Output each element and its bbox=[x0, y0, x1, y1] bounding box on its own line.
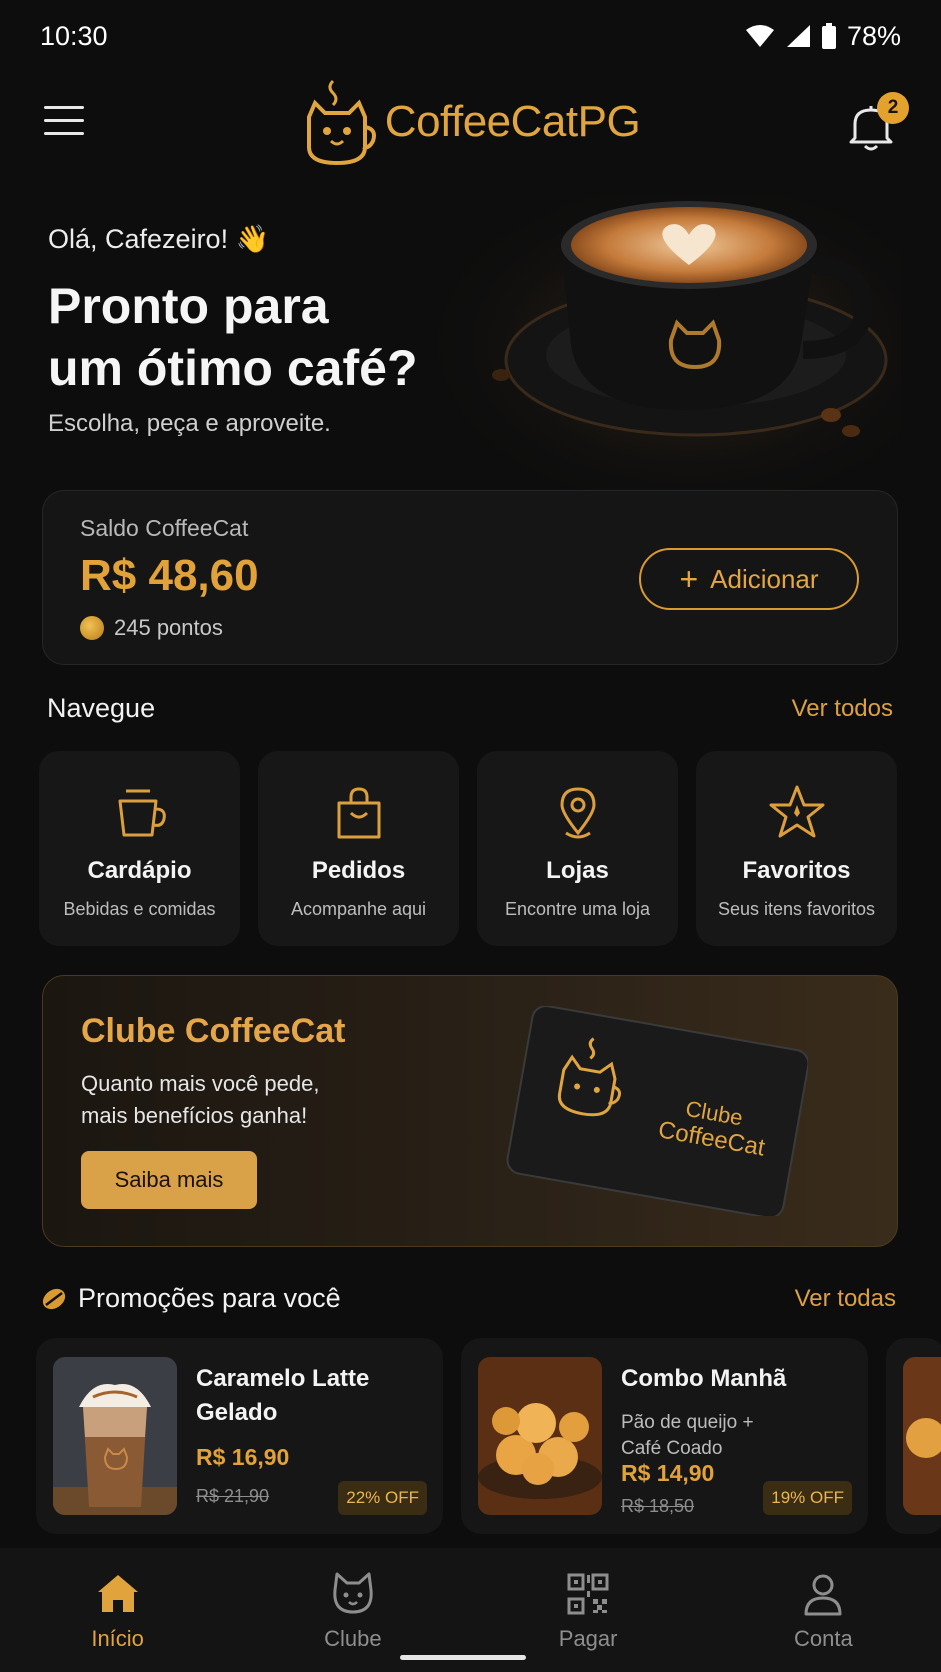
user-icon bbox=[804, 1574, 842, 1616]
bag-icon bbox=[337, 787, 380, 839]
clube-text-line2: mais benefícios ganha! bbox=[81, 1103, 308, 1128]
cat-cup-logo-icon bbox=[306, 79, 376, 166]
nav-card-favoritos[interactable]: Favoritos Seus itens favoritos bbox=[696, 751, 897, 946]
clube-description: Quanto mais você pede, mais benefícios g… bbox=[81, 1068, 371, 1132]
hero-subtitle: Escolha, peça e aproveite. bbox=[48, 410, 331, 437]
nav-card-title: Pedidos bbox=[311, 857, 406, 884]
promo-name-line2: Gelado bbox=[196, 1399, 278, 1426]
balance-label: Saldo CoffeeCat bbox=[80, 515, 249, 541]
promo-card-caramelo-latte[interactable]: Caramelo Latte Gelado R$ 16,90 R$ 21,90 … bbox=[36, 1338, 443, 1534]
tab-label: Conta bbox=[794, 1626, 853, 1651]
promo-price: R$ 14,90 bbox=[621, 1460, 715, 1486]
cat-icon bbox=[333, 1572, 373, 1614]
nav-card-subtitle: Seus itens favoritos bbox=[717, 899, 876, 919]
hero-section: Olá, Cafezeiro! 👋 Pronto para um ótimo c… bbox=[0, 195, 941, 495]
plus-icon: + bbox=[679, 561, 699, 597]
navegue-grid: Cardápio Bebidas e comidas Pedidos Acomp… bbox=[39, 751, 899, 946]
nav-card-title: Cardápio bbox=[87, 857, 192, 884]
pao-de-queijo-image bbox=[478, 1357, 602, 1515]
bottom-navigation: Início Clube Pagar Conta bbox=[0, 1548, 941, 1672]
coffee-cup-image bbox=[431, 195, 901, 495]
caramel-latte-image bbox=[53, 1357, 177, 1515]
tab-inicio[interactable]: Início bbox=[0, 1548, 235, 1672]
promos-carousel[interactable]: Caramelo Latte Gelado R$ 16,90 R$ 21,90 … bbox=[36, 1338, 941, 1534]
battery-icon bbox=[821, 23, 836, 49]
menu-icon-line bbox=[44, 119, 84, 122]
points-row: 245 pontos bbox=[80, 615, 223, 641]
menu-button[interactable] bbox=[44, 106, 84, 138]
notifications-button[interactable]: 2 bbox=[841, 92, 909, 156]
cup-icon bbox=[118, 789, 166, 837]
promo-desc-line1: Pão de queijo + bbox=[621, 1412, 754, 1433]
menu-icon-line bbox=[44, 132, 84, 135]
nav-card-title: Lojas bbox=[546, 857, 609, 884]
status-time: 10:30 bbox=[40, 20, 108, 51]
app-logo: CoffeeCatPG bbox=[301, 77, 641, 167]
nav-card-cardapio[interactable]: Cardápio Bebidas e comidas bbox=[39, 751, 240, 946]
saiba-mais-button[interactable]: Saiba mais bbox=[81, 1151, 257, 1209]
promos-title: Promoções para você bbox=[78, 1283, 341, 1313]
promo-old-price: R$ 18,50 bbox=[621, 1496, 695, 1516]
add-balance-label: Adicionar bbox=[710, 563, 819, 594]
promo-old-price: R$ 21,90 bbox=[196, 1486, 270, 1506]
app-name: CoffeeCatPG bbox=[384, 97, 641, 146]
discount-badge: 22% OFF bbox=[338, 1481, 427, 1515]
nav-card-lojas[interactable]: Lojas Encontre uma loja bbox=[477, 751, 678, 946]
promos-title-group: Promoções para você bbox=[40, 1283, 341, 1314]
promo-name: Combo Manhã bbox=[621, 1362, 841, 1396]
promo-card-combo-manha[interactable]: Combo Manhã Pão de queijo + Café Coado R… bbox=[461, 1338, 868, 1534]
clube-banner[interactable]: Clube CoffeeCat Quanto mais você pede, m… bbox=[42, 975, 898, 1247]
add-balance-button[interactable]: + Adicionar bbox=[639, 548, 859, 610]
nav-card-subtitle: Bebidas e comidas bbox=[63, 899, 216, 919]
navegue-see-all-link[interactable]: Ver todos bbox=[792, 695, 893, 723]
promo-card-peek[interactable] bbox=[886, 1338, 941, 1534]
promos-see-all-link[interactable]: Ver todas bbox=[795, 1285, 896, 1313]
nav-card-pedidos[interactable]: Pedidos Acompanhe aqui bbox=[258, 751, 459, 946]
app-header: CoffeeCatPG 2 bbox=[0, 62, 941, 182]
promo-peek-image bbox=[903, 1357, 941, 1515]
nav-card-subtitle: Encontre uma loja bbox=[504, 899, 651, 919]
hero-title-line2: um ótimo café? bbox=[48, 340, 418, 396]
menu-icon bbox=[44, 106, 84, 109]
promo-description: Pão de queijo + Café Coado bbox=[621, 1410, 821, 1462]
promo-price: R$ 16,90 bbox=[196, 1444, 290, 1470]
status-icons: 78% bbox=[745, 21, 901, 52]
promo-desc-line2: Café Coado bbox=[621, 1438, 723, 1459]
clube-title: Clube CoffeeCat bbox=[81, 1012, 346, 1050]
clube-text-line1: Quanto mais você pede, bbox=[81, 1071, 320, 1096]
notification-badge: 2 bbox=[877, 92, 909, 124]
tab-label: Início bbox=[91, 1626, 144, 1651]
balance-card: Saldo CoffeeCat R$ 48,60 245 pontos + Ad… bbox=[42, 490, 898, 665]
qr-code-icon bbox=[567, 1573, 609, 1615]
navegue-title: Navegue bbox=[47, 693, 156, 723]
tab-label: Clube bbox=[324, 1626, 382, 1651]
membership-card-image: Clube CoffeeCat bbox=[506, 1006, 808, 1216]
promo-name: Caramelo Latte Gelado bbox=[196, 1362, 416, 1430]
tab-label: Pagar bbox=[558, 1626, 618, 1651]
home-indicator[interactable] bbox=[400, 1655, 526, 1660]
balance-value: R$ 48,60 bbox=[80, 551, 259, 600]
promo-name-line1: Combo Manhã bbox=[621, 1365, 787, 1392]
tab-conta[interactable]: Conta bbox=[706, 1548, 941, 1672]
home-icon bbox=[97, 1575, 138, 1612]
points-value: 245 pontos bbox=[114, 615, 223, 640]
signal-icon bbox=[786, 25, 810, 47]
promo-name-line1: Caramelo Latte bbox=[196, 1365, 370, 1392]
tab-clube[interactable]: Clube bbox=[235, 1548, 470, 1672]
tab-pagar[interactable]: Pagar bbox=[471, 1548, 706, 1672]
star-icon bbox=[769, 785, 824, 838]
hero-title-line1: Pronto para bbox=[48, 278, 329, 334]
battery-percentage: 78% bbox=[846, 20, 901, 51]
coffee-bean-icon bbox=[42, 1288, 66, 1309]
nav-card-title: Favoritos bbox=[742, 857, 851, 884]
hero-greeting: Olá, Cafezeiro! 👋 bbox=[48, 224, 270, 254]
coin-icon bbox=[80, 616, 104, 640]
nav-card-subtitle: Acompanhe aqui bbox=[290, 899, 427, 919]
promos-header: Promoções para você Ver todas bbox=[0, 1283, 941, 1314]
hero-title: Pronto para um ótimo café? bbox=[48, 275, 468, 399]
discount-badge: 19% OFF bbox=[763, 1481, 852, 1515]
navegue-header: Navegue Ver todos bbox=[0, 693, 941, 724]
wifi-icon bbox=[745, 25, 774, 47]
location-pin-icon bbox=[559, 787, 596, 839]
